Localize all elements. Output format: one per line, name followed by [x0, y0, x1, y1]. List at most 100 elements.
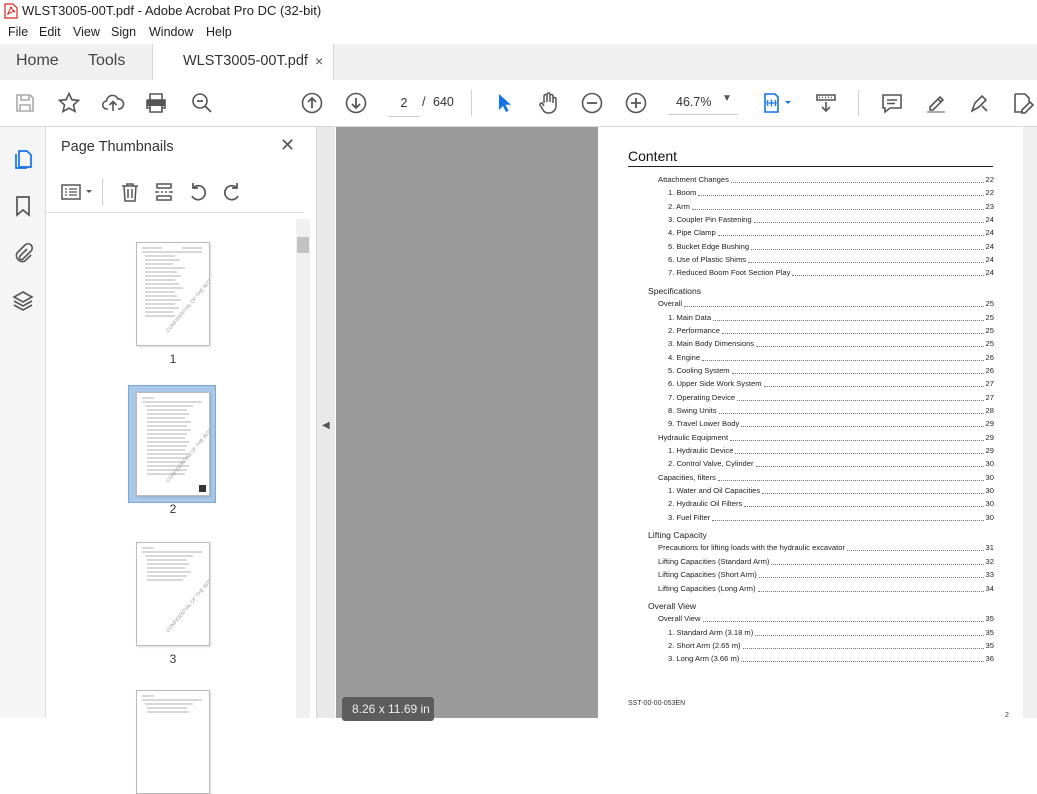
scrollbar-thumb[interactable]	[297, 237, 309, 253]
attachments-icon[interactable]	[11, 241, 35, 265]
page-thumbnail-3[interactable]: CONFIDENTIAL OF THE INTERNAL	[136, 542, 210, 646]
toc-dot-leader	[771, 556, 984, 565]
edit-pdf-icon[interactable]	[1011, 91, 1035, 115]
menu-bar: File Edit View Sign Window Help	[0, 22, 1037, 44]
hand-tool-icon[interactable]	[536, 91, 560, 115]
zoom-in-icon[interactable]	[624, 91, 648, 115]
select-cursor-icon[interactable]	[492, 91, 516, 115]
menu-edit[interactable]: Edit	[39, 25, 61, 39]
highlight-pen-icon[interactable]	[924, 91, 948, 115]
scroll-mode-icon[interactable]	[814, 91, 838, 115]
menu-view[interactable]: View	[73, 25, 100, 39]
toc-entry[interactable]: 2. Control Valve, Cylinder 30	[668, 459, 994, 468]
toc-entry[interactable]: Lifting Capacities (Long Arm) 34	[658, 584, 994, 593]
toc-entry[interactable]: 8. Swing Units 28	[668, 406, 994, 415]
toc-entry[interactable]: 3. Fuel Filter 30	[668, 513, 994, 522]
toc-entry[interactable]: 1. Main Data 25	[668, 313, 994, 322]
toc-entry[interactable]: 2. Short Arm (2.65 m) 35	[668, 641, 994, 650]
toc-entry-label: 3. Long Arm (3.66 m)	[668, 654, 740, 664]
toc-entry-label: 2. Arm	[668, 201, 690, 211]
tab-document[interactable]: WLST3005-00T.pdf ×	[152, 44, 334, 81]
print-icon[interactable]	[144, 91, 168, 115]
page-thumbnail-2[interactable]: CONFIDENTIAL OF THE INTERNAL	[136, 392, 210, 496]
toc-dot-leader	[763, 378, 984, 388]
toc-entry[interactable]: 6. Use of Plastic Shims 24	[668, 255, 994, 264]
toc-section-heading: Lifting Capacity	[648, 530, 707, 541]
navigation-rail	[0, 127, 46, 718]
save-icon[interactable]	[13, 91, 37, 115]
toc-entry[interactable]: Lifting Capacities (Standard Arm) 32	[658, 557, 994, 566]
document-viewer[interactable]: Content Attachment Changes 22 1. Boom 22 2. …	[336, 127, 1037, 721]
title-bar: WLST3005-00T.pdf - Adobe Acrobat Pro DC …	[0, 0, 1037, 22]
toc-entry[interactable]: Hydraulic Equipment 29	[658, 433, 994, 442]
comment-icon[interactable]	[880, 91, 904, 115]
page-thumbnails-icon[interactable]	[11, 147, 35, 171]
toc-entry[interactable]: Overall View 35	[658, 614, 994, 623]
rotate-left-icon[interactable]	[187, 181, 209, 203]
toc-entry[interactable]: 9. Travel Lower Body 29	[668, 419, 994, 428]
toc-entry[interactable]: 1. Standard Arm (3.18 m) 35	[668, 628, 994, 637]
tab-home[interactable]: Home	[16, 52, 59, 70]
toc-entry[interactable]: 6. Upper Side Work System 27	[668, 379, 994, 388]
thumbnail-label: 1	[169, 352, 177, 366]
toc-entry[interactable]: 2. Hydraulic Oil Filters 30	[668, 499, 994, 508]
toc-entry[interactable]: 5. Bucket Edge Bushing 24	[668, 242, 994, 251]
thumbnails-scrollbar[interactable]	[296, 219, 310, 718]
page-thumbnail-4[interactable]	[136, 690, 210, 794]
window-title: WLST3005-00T.pdf - Adobe Acrobat Pro DC …	[22, 3, 322, 18]
toc-entry[interactable]: Capacities, filters 30	[658, 473, 994, 482]
toc-entry-page: 24	[985, 268, 994, 278]
toc-entry[interactable]: 2. Arm 23	[668, 202, 994, 211]
delete-page-icon[interactable]	[119, 181, 141, 203]
toc-entry-label: 6. Upper Side Work System	[668, 379, 762, 389]
zoom-search-icon[interactable]	[190, 91, 214, 115]
next-page-icon[interactable]	[344, 91, 368, 115]
close-panel-icon[interactable]: ✕	[280, 135, 295, 156]
main-toolbar: / 640 46.7% ▼	[0, 80, 1037, 127]
toc-entry[interactable]: 4. Pipe Clamp 24	[668, 228, 994, 237]
toc-entry[interactable]: 3. Main Body Dimensions 25	[668, 339, 994, 348]
viewer-scrollbar[interactable]	[1023, 127, 1037, 718]
bookmarks-icon[interactable]	[11, 194, 35, 218]
menu-window[interactable]: Window	[149, 25, 193, 39]
toc-entry-page: 25	[985, 339, 994, 349]
layers-icon[interactable]	[11, 289, 35, 313]
toc-entry[interactable]: 3. Coupler Pin Fastening 24	[668, 215, 994, 224]
toc-dot-leader	[847, 542, 984, 552]
toc-entry[interactable]: Lifting Capacities (Short Arm) 33	[658, 570, 994, 579]
toc-entry-page: 25	[985, 325, 994, 335]
toc-entry[interactable]: 5. Cooling System 26	[668, 366, 994, 375]
toc-entry[interactable]: 1. Hydraulic Device 29	[668, 446, 994, 455]
sign-pen-icon[interactable]	[968, 91, 992, 115]
toc-entry[interactable]: Overall 25	[658, 299, 994, 308]
page-number-input[interactable]	[388, 90, 420, 117]
rotate-right-icon[interactable]	[221, 181, 243, 203]
upload-cloud-icon[interactable]	[101, 91, 125, 115]
previous-page-icon[interactable]	[300, 91, 324, 115]
toc-entry[interactable]: 4. Engine 26	[668, 353, 994, 362]
toc-entry-page: 28	[985, 405, 994, 415]
toc-dot-leader	[713, 312, 984, 321]
menu-help[interactable]: Help	[206, 25, 232, 39]
bookmark-star-icon[interactable]	[57, 91, 81, 115]
toc-entry[interactable]: 7. Operating Device 27	[668, 393, 994, 402]
toc-entry[interactable]: Precautions for lifting loads with the h…	[658, 543, 994, 552]
menu-sign[interactable]: Sign	[111, 25, 136, 39]
page-thumbnail-1[interactable]: CONFIDENTIAL OF THE INTERNAL	[136, 242, 210, 346]
toc-entry[interactable]: 3. Long Arm (3.66 m) 36	[668, 654, 994, 663]
fit-page-icon[interactable]	[760, 91, 794, 115]
toc-entry[interactable]: Attachment Changes 22	[658, 175, 994, 184]
extract-page-icon[interactable]	[153, 181, 175, 203]
toc-entry[interactable]: 7. Reduced Boom Foot Section Play 24	[668, 268, 994, 277]
toc-entry-label: Lifting Capacities (Standard Arm)	[658, 556, 770, 566]
tab-tools[interactable]: Tools	[88, 52, 125, 70]
panel-collapse-handle[interactable]: ◀	[317, 127, 335, 718]
toc-entry[interactable]: 2. Performance 25	[668, 326, 994, 335]
toc-entry[interactable]: 1. Boom 22	[668, 188, 994, 197]
toc-entry[interactable]: 1. Water and Oil Capacities 30	[668, 486, 994, 495]
thumbnail-options-icon[interactable]	[60, 181, 96, 203]
toc-entry-page: 35	[985, 614, 994, 624]
menu-file[interactable]: File	[8, 25, 28, 39]
zoom-out-icon[interactable]	[580, 91, 604, 115]
close-tab-icon[interactable]: ×	[315, 53, 323, 69]
